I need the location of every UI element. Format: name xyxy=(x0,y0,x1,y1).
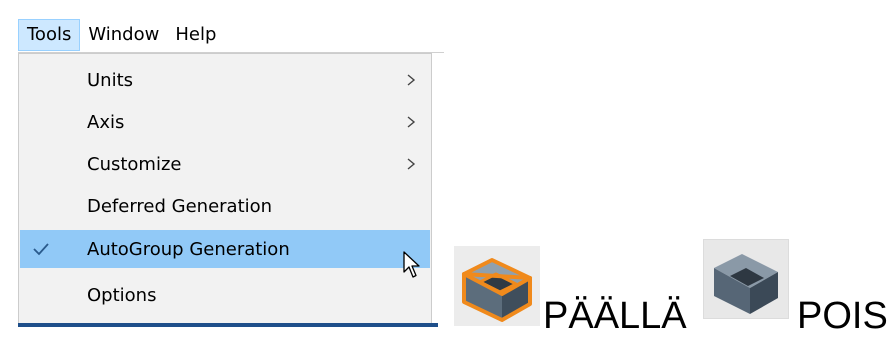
autogroup-on-caption: PÄÄLLÄ xyxy=(543,295,687,337)
menu-bar: Tools Window Help xyxy=(18,18,224,52)
menu-item-deferred-generation[interactable]: Deferred Generation xyxy=(20,187,430,225)
menu-item-label: Customize xyxy=(87,153,182,175)
menu-item-autogroup-generation[interactable]: AutoGroup Generation xyxy=(20,230,430,268)
menu-item-label: Options xyxy=(87,284,157,306)
chevron-right-icon xyxy=(407,74,416,86)
menu-tools[interactable]: Tools xyxy=(18,19,81,51)
menu-window[interactable]: Window xyxy=(80,19,167,51)
menu-item-customize[interactable]: Customize xyxy=(20,145,430,183)
menu-item-options[interactable]: Options xyxy=(20,276,430,314)
autogroup-on-icon xyxy=(454,246,540,326)
menu-item-label: Units xyxy=(87,69,134,91)
autogroup-off-caption: POIS xyxy=(797,295,888,337)
menu-item-label: Axis xyxy=(87,111,125,133)
menu-item-units[interactable]: Units xyxy=(20,61,430,99)
chevron-right-icon xyxy=(407,158,416,170)
checkmark-icon xyxy=(28,230,54,268)
mouse-pointer-icon xyxy=(403,251,420,278)
menu-item-axis[interactable]: Axis xyxy=(20,103,430,141)
menu-item-label: Deferred Generation xyxy=(87,195,273,217)
chevron-right-icon xyxy=(407,116,416,128)
menu-bottom-edge xyxy=(18,323,438,327)
tools-dropdown-menu: Units Axis Customize Deferred Generation… xyxy=(18,53,432,325)
autogroup-off-icon xyxy=(703,239,789,319)
menu-help[interactable]: Help xyxy=(167,19,224,51)
menu-item-label: AutoGroup Generation xyxy=(87,238,290,260)
